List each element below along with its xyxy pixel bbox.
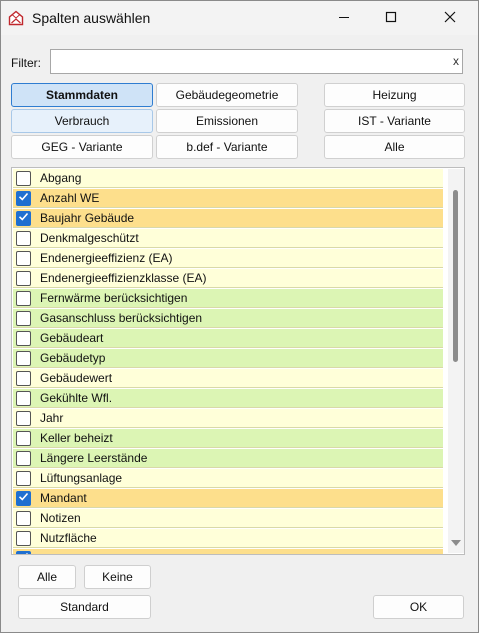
column-label: Nutzfläche [40, 531, 97, 545]
column-label: Jahr [40, 411, 64, 425]
tab-0[interactable]: Stammdaten [11, 83, 153, 107]
column-label: Gekühlte Wfl. [40, 391, 113, 405]
checkbox[interactable] [16, 230, 31, 246]
column-row[interactable]: Lüftungsanlage [13, 469, 443, 488]
column-row[interactable]: Denkmalgeschützt [13, 229, 443, 248]
filter-input[interactable] [50, 49, 463, 74]
column-label: Gebäudeart [40, 331, 104, 345]
column-row[interactable]: Nutzfläche [13, 529, 443, 548]
column-label: Gebäudetyp [40, 351, 106, 365]
column-label: Längere Leerstände [40, 451, 148, 465]
checkbox[interactable] [16, 430, 31, 446]
checkbox[interactable] [16, 350, 31, 366]
filter-clear-button[interactable]: x [450, 54, 462, 70]
column-list: Abgang Anzahl WE Baujahr Gebäude Denkmalges… [11, 167, 465, 555]
checkbox[interactable] [16, 310, 31, 326]
column-label: Endenergieeffizienz (EA) [40, 251, 173, 265]
tab-3[interactable]: Verbrauch [11, 109, 153, 133]
checkbox-checked[interactable] [16, 190, 31, 206]
column-label: Lüftungsanlage [40, 471, 123, 485]
filter-label: Filter: [11, 56, 41, 70]
column-row[interactable]: Keller beheizt [13, 429, 443, 448]
column-row[interactable]: Gebäudeart [13, 329, 443, 348]
column-label: Keller beheizt [40, 431, 113, 445]
column-label: Fernwärme berücksichtigen [40, 291, 188, 305]
column-label: Gasanschluss berücksichtigen [40, 311, 203, 325]
window-title: Spalten auswählen [32, 10, 151, 26]
checkbox[interactable] [16, 170, 31, 186]
checkbox[interactable] [16, 370, 31, 386]
column-label: Gebäudewert [40, 371, 113, 385]
column-row[interactable] [13, 549, 443, 554]
column-row[interactable]: Endenergieeffizienzklasse (EA) [13, 269, 443, 288]
tab-4[interactable]: Emissionen [156, 109, 298, 133]
column-row[interactable]: Gekühlte Wfl. [13, 389, 443, 408]
column-row[interactable]: Gebäudewert [13, 369, 443, 388]
tab-8[interactable]: Alle [324, 135, 465, 159]
tab-2[interactable]: Heizung [324, 83, 465, 107]
column-label: Anzahl WE [40, 191, 100, 205]
column-label: Baujahr Gebäude [40, 211, 135, 225]
minimize-icon [338, 11, 350, 26]
column-label: Denkmalgeschützt [40, 231, 139, 245]
column-row[interactable]: Notizen [13, 509, 443, 528]
select-none-button[interactable]: Keine [84, 565, 151, 589]
title-bar: Spalten auswählen [1, 1, 478, 35]
column-row[interactable]: Gasanschluss berücksichtigen [13, 309, 443, 328]
checkmark-icon [18, 491, 29, 505]
checkbox-checked[interactable] [16, 490, 31, 506]
tab-1[interactable]: Gebäudegeometrie [156, 83, 298, 107]
maximize-button[interactable] [365, 1, 417, 35]
select-all-button[interactable]: Alle [18, 565, 76, 589]
column-row[interactable]: Mandant [13, 489, 443, 508]
checkmark-icon [18, 551, 29, 554]
checkbox[interactable] [16, 330, 31, 346]
app-house-icon [8, 10, 24, 26]
column-row[interactable]: Jahr [13, 409, 443, 428]
checkbox[interactable] [16, 530, 31, 546]
column-row[interactable]: Gebäudetyp [13, 349, 443, 368]
column-row[interactable]: Endenergieeffizienz (EA) [13, 249, 443, 268]
column-label: Endenergieeffizienzklasse (EA) [40, 271, 207, 285]
checkbox[interactable] [16, 410, 31, 426]
checkbox[interactable] [16, 390, 31, 406]
column-row[interactable]: Fernwärme berücksichtigen [13, 289, 443, 308]
tab-5[interactable]: IST - Variante [324, 109, 465, 133]
scroll-down-arrow-icon[interactable] [451, 540, 461, 546]
column-row[interactable]: Abgang [13, 169, 443, 188]
column-label: Mandant [40, 491, 87, 505]
tab-7[interactable]: b.def - Variante [156, 135, 298, 159]
standard-button[interactable]: Standard [18, 595, 151, 619]
checkmark-icon [18, 211, 29, 225]
checkbox[interactable] [16, 470, 31, 486]
checkbox[interactable] [16, 270, 31, 286]
minimize-button[interactable] [318, 1, 370, 35]
checkbox[interactable] [16, 290, 31, 306]
checkbox[interactable] [16, 450, 31, 466]
column-label: Abgang [40, 171, 82, 185]
maximize-icon [385, 11, 397, 26]
checkbox-checked[interactable] [16, 550, 31, 554]
close-button[interactable] [424, 1, 476, 35]
column-row[interactable]: Längere Leerstände [13, 449, 443, 468]
checkbox-checked[interactable] [16, 210, 31, 226]
column-row[interactable]: Baujahr Gebäude [13, 209, 443, 228]
tab-6[interactable]: GEG - Variante [11, 135, 153, 159]
column-label: Notizen [40, 511, 81, 525]
checkbox[interactable] [16, 250, 31, 266]
checkmark-icon [18, 191, 29, 205]
dialog-window: Spalten auswählen Filter: x Stammdaten Ge… [0, 0, 479, 633]
column-row[interactable]: Anzahl WE [13, 189, 443, 208]
ok-button[interactable]: OK [373, 595, 464, 619]
scrollbar-thumb[interactable] [453, 190, 458, 362]
close-icon [444, 11, 456, 26]
checkbox[interactable] [16, 510, 31, 526]
